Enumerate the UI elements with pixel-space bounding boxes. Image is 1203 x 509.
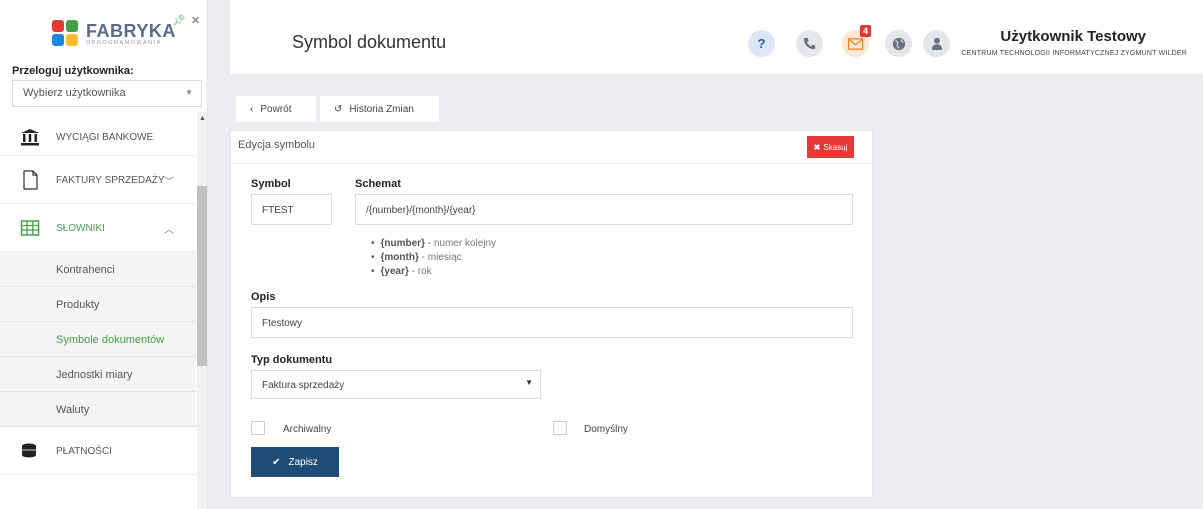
schema-hints: {number} - numer kolejny {month} - miesi… <box>371 237 497 279</box>
scroll-up-icon[interactable]: ▲ <box>199 115 206 122</box>
logo-subtitle: OPROGRAMOWANIA <box>86 39 162 46</box>
pin-icon[interactable]: 📌︎ <box>172 15 186 27</box>
schema-input[interactable]: /{number}/{month}/{year} <box>355 194 853 225</box>
chevron-down-icon: ▼ <box>185 88 193 97</box>
sidebar-item-label: WYCIĄGI BANKOWE <box>56 132 154 143</box>
select-user-value: Wybierz użytkownika <box>23 87 126 99</box>
sidebar-item-faktury-sprzedazy[interactable]: FAKTURY SPRZEDAŻY ﹀ <box>0 156 196 204</box>
save-label: Zapisz <box>288 456 318 468</box>
chevron-down-icon: ▼ <box>525 378 533 387</box>
archival-label: Archiwalny <box>283 424 332 435</box>
mail-icon <box>848 37 863 50</box>
doc-type-select[interactable]: Faktura sprzedaży ▼ <box>251 370 541 399</box>
close-icon[interactable]: ✕ <box>191 15 200 27</box>
symbol-value: FTEST <box>262 205 294 216</box>
logo[interactable]: FABRYKA OPROGRAMOWANIA <box>52 20 176 48</box>
sidebar-item-label: FAKTURY SPRZEDAŻY <box>56 175 165 186</box>
switch-user-label: Przeloguj użytkownika: <box>12 65 134 77</box>
submenu-item-produkty[interactable]: Produkty <box>0 287 196 322</box>
submenu-item-jednostki-miary[interactable]: Jednostki miary <box>0 357 196 392</box>
history-icon: ↺ <box>334 103 343 115</box>
doc-type-label: Typ dokumentu <box>251 354 333 366</box>
coins-icon <box>22 443 36 458</box>
user-icon <box>931 37 942 50</box>
help-icon: ? <box>757 36 766 51</box>
select-user-dropdown[interactable]: Wybierz użytkownika ▼ <box>12 80 202 107</box>
description-label: Opis <box>251 291 276 303</box>
table-icon <box>20 220 40 236</box>
scroll-thumb[interactable] <box>197 186 207 366</box>
symbol-label: Symbol <box>251 178 291 190</box>
hint-item: {year} - rok <box>371 265 496 279</box>
chevron-up-icon: ︿ <box>164 225 174 236</box>
description-input[interactable]: Ftestowy <box>251 307 853 338</box>
sidebar-item-slowniki[interactable]: SŁOWNIKI ︿ <box>0 204 196 252</box>
sidebar-menu: WYCIĄGI BANKOWE FAKTURY SPRZEDAŻY ﹀ SŁOW… <box>0 118 196 475</box>
sidebar-item-wyciagi-bankowe[interactable]: WYCIĄGI BANKOWE <box>0 118 196 156</box>
profile-button[interactable] <box>923 30 950 57</box>
logo-word: FABRYKA <box>86 20 176 41</box>
chevron-down-icon: ﹀ <box>164 177 174 188</box>
sidebar-item-platnosci[interactable]: PŁATNOŚCI <box>0 427 196 475</box>
schema-value: /{number}/{month}/{year} <box>366 205 476 216</box>
logo-area: FABRYKA OPROGRAMOWANIA 📌︎ ✕ <box>0 0 207 60</box>
phone-icon <box>803 37 816 50</box>
archival-checkbox[interactable] <box>251 421 265 435</box>
save-button[interactable]: ✔ Zapisz <box>251 447 339 477</box>
user-organization: CENTRUM TECHNOLOGII INFORMATYCZNEJ ZYGMU… <box>961 50 1187 57</box>
messages-count-badge: 4 <box>860 25 872 37</box>
description-value: Ftestowy <box>262 318 303 329</box>
bank-icon <box>21 129 39 146</box>
user-name[interactable]: Użytkownik Testowy <box>1000 28 1146 45</box>
help-button[interactable]: ? <box>748 30 775 57</box>
close-icon: ✖ <box>813 142 821 152</box>
doc-type-value: Faktura sprzedaży <box>262 380 345 391</box>
symbol-input[interactable]: FTEST <box>251 194 332 225</box>
chevron-left-icon: ‹ <box>250 103 254 115</box>
card-header: Edycja symbolu ✖ Skasuj <box>231 131 872 164</box>
sidebar-item-label: PŁATNOŚCI <box>56 446 112 457</box>
history-button[interactable]: ↺ Historia Zmian <box>320 96 439 122</box>
history-label: Historia Zmian <box>349 103 414 115</box>
default-checkbox[interactable] <box>553 421 567 435</box>
language-button[interactable] <box>885 30 912 57</box>
globe-icon <box>892 37 905 50</box>
logo-mark-icon <box>52 20 80 48</box>
submenu-item-symbole-dokumentow[interactable]: Symbole dokumentów <box>0 322 196 357</box>
default-label: Domyślny <box>584 424 628 435</box>
edit-symbol-card: Edycja symbolu ✖ Skasuj Symbol FTEST Sch… <box>230 130 873 498</box>
sidebar: FABRYKA OPROGRAMOWANIA 📌︎ ✕ Przeloguj uż… <box>0 0 208 509</box>
hint-item: {number} - numer kolejny <box>371 237 497 251</box>
top-header: Symbol dokumentu ? 4 Użytkownik Testowy … <box>230 0 1203 74</box>
document-icon <box>23 170 38 190</box>
page-title: Symbol dokumentu <box>292 32 447 52</box>
check-icon: ✔ <box>272 456 281 468</box>
messages-button[interactable]: 4 <box>842 25 872 57</box>
delete-button[interactable]: ✖ Skasuj <box>807 136 854 158</box>
phone-button[interactable] <box>796 30 823 57</box>
hint-item: {month} - miesiąc <box>371 251 496 265</box>
submenu-item-kontrahenci[interactable]: Kontrahenci <box>0 252 196 287</box>
submenu-item-waluty[interactable]: Waluty <box>0 392 196 427</box>
back-label: Powrót <box>260 103 292 115</box>
sidebar-scrollbar[interactable]: ▲ <box>197 112 207 509</box>
back-button[interactable]: ‹ Powrót <box>236 96 316 122</box>
sidebar-item-label: SŁOWNIKI <box>56 223 105 234</box>
card-title: Edycja symbolu <box>238 139 316 151</box>
delete-label: Skasuj <box>823 142 848 152</box>
schema-label: Schemat <box>355 178 401 190</box>
